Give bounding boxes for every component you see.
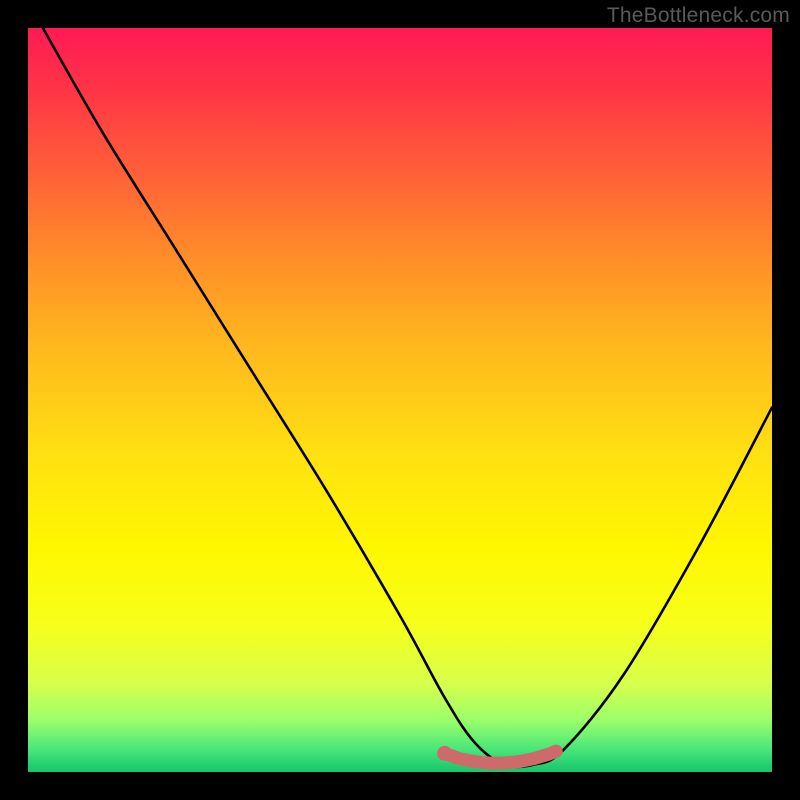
chart-container: TheBottleneck.com xyxy=(0,0,800,800)
plot-area xyxy=(28,28,772,772)
highlight-markers xyxy=(437,746,556,763)
marker-segment xyxy=(445,751,557,763)
bottleneck-curve xyxy=(43,28,772,767)
attribution-label: TheBottleneck.com xyxy=(607,4,790,28)
curve-svg xyxy=(28,28,772,772)
